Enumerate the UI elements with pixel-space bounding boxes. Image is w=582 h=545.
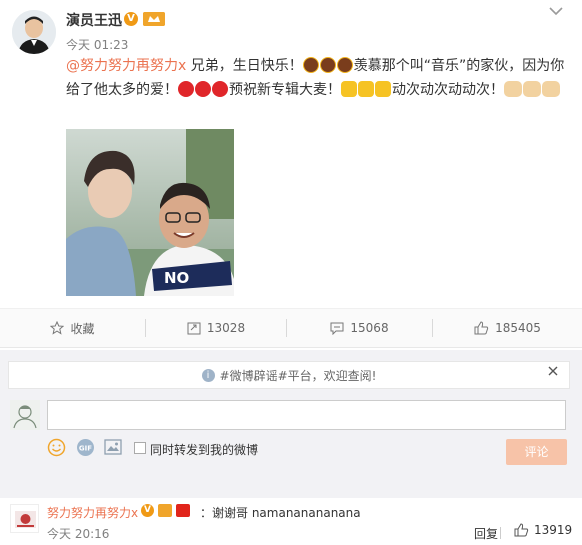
notice-text: #微博辟谣#平台，欢迎查阅! xyxy=(219,368,377,383)
mention-link[interactable]: @努力努力再努力x xyxy=(66,58,186,74)
author-name[interactable]: 演员王迅 xyxy=(66,10,122,30)
fist-icon xyxy=(341,81,357,97)
comment-like-count: 13919 xyxy=(534,523,573,537)
commenter-avatar[interactable] xyxy=(10,504,39,533)
divider xyxy=(500,527,501,539)
sync-label: 同时转发到我的微博 xyxy=(150,443,259,457)
chevron-down-icon[interactable] xyxy=(549,4,563,20)
commenter-name[interactable]: 努力努力再努力x xyxy=(47,504,138,521)
author-avatar[interactable] xyxy=(12,10,56,54)
repost-button[interactable]: 13028 xyxy=(146,309,286,347)
heart-icon xyxy=(195,81,211,97)
like-button[interactable]: 185405 xyxy=(433,309,582,347)
sync-checkbox[interactable] xyxy=(134,442,146,454)
cake-icon xyxy=(302,57,319,73)
repost-icon xyxy=(187,322,201,335)
heart-icon xyxy=(212,81,228,97)
comment-button[interactable]: 15068 xyxy=(287,309,432,347)
collect-label: 收藏 xyxy=(70,321,95,336)
post-text-segment: 羡慕那个叫“音乐”的家伙，因为你 xyxy=(353,58,565,74)
image-button[interactable] xyxy=(104,439,122,459)
info-icon: i xyxy=(201,368,215,382)
emoji-button[interactable] xyxy=(47,438,66,461)
comment-text: ：谢谢哥 namananananana xyxy=(200,506,361,520)
flag-icon xyxy=(176,504,190,517)
muscle-icon xyxy=(504,81,522,97)
star-icon xyxy=(50,321,65,335)
like-count: 185405 xyxy=(495,321,541,335)
submit-comment-button[interactable]: 评论 xyxy=(506,439,567,465)
comment-icon xyxy=(330,322,344,335)
heart-icon xyxy=(178,81,194,97)
smile-icon xyxy=(47,438,66,457)
member-level-icon xyxy=(143,12,165,26)
cake-icon xyxy=(319,57,336,73)
cake-icon xyxy=(336,57,353,73)
gif-label: GIF xyxy=(79,445,92,453)
collect-button[interactable]: 收藏 xyxy=(0,309,145,347)
fist-icon xyxy=(375,81,391,97)
gif-icon: GIF xyxy=(77,439,94,456)
post-text-segment: 兄弟，生日快乐！ xyxy=(186,58,303,74)
shirt-text: NO xyxy=(164,269,189,287)
thumbs-up-icon xyxy=(474,321,489,335)
post-text: @努力努力再努力x 兄弟，生日快乐！ 羡慕那个叫“音乐”的家伙，因为你 给了他太多… xyxy=(66,54,566,102)
comment-input[interactable] xyxy=(47,400,566,430)
gif-button[interactable]: GIF xyxy=(76,438,95,461)
thumbs-up-icon xyxy=(514,523,529,537)
post-photo[interactable]: NO xyxy=(66,129,234,296)
repost-count: 13028 xyxy=(206,321,246,335)
close-icon[interactable] xyxy=(547,365,559,381)
post-text-segment: 动次动次动动次！ xyxy=(392,82,504,98)
post-time[interactable]: 今天 01:23 xyxy=(66,36,128,53)
comment-time: 今天 20:16 xyxy=(47,527,110,541)
post-text-segment: 预祝新专辑大麦！ xyxy=(229,82,341,98)
post-text-segment: 给了他太多的爱！ xyxy=(66,82,178,98)
reply-button[interactable]: 回复 xyxy=(474,525,498,542)
member-level-icon xyxy=(158,504,172,517)
muscle-icon xyxy=(542,81,560,97)
verified-icon: V xyxy=(124,12,138,26)
current-user-avatar[interactable] xyxy=(10,400,40,430)
rumor-notice[interactable]: i #微博辟谣#平台，欢迎查阅! xyxy=(8,361,570,389)
fist-icon xyxy=(358,81,374,97)
action-bar: 收藏 13028 15068 185405 xyxy=(0,308,582,348)
muscle-icon xyxy=(523,81,541,97)
image-icon xyxy=(104,439,122,455)
comment-like-button[interactable]: 13919 xyxy=(514,523,572,537)
verified-icon: V xyxy=(141,504,154,517)
comment-count: 15068 xyxy=(350,321,389,335)
